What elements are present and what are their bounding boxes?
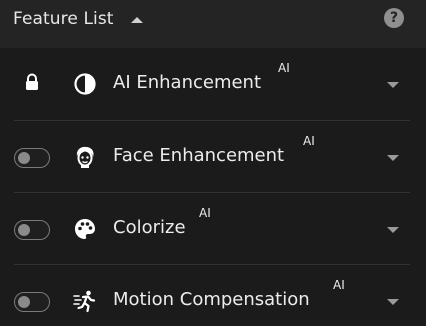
running-figure-icon xyxy=(73,290,96,313)
ai-badge: AI xyxy=(303,134,315,148)
contrast-icon xyxy=(74,73,96,95)
feature-list-panel: Feature List ? AI Enhancement AI Face En… xyxy=(0,0,426,326)
face-icon xyxy=(76,146,94,168)
feature-label: AI Enhancement xyxy=(113,72,262,93)
feature-label: Motion Compensation xyxy=(113,289,310,310)
feature-row-colorize: Colorize AI xyxy=(0,193,426,265)
toggle-knob xyxy=(18,296,30,308)
ai-badge: AI xyxy=(278,61,290,75)
colorize-toggle[interactable] xyxy=(14,220,50,240)
feature-list-header[interactable]: Feature List ? xyxy=(0,0,426,48)
help-icon[interactable]: ? xyxy=(384,8,404,28)
feature-row-motion-compensation: Motion Compensation AI xyxy=(0,265,426,326)
palette-icon xyxy=(75,219,95,239)
feature-label: Face Enhancement xyxy=(113,145,285,166)
feature-row-ai-enhancement: AI Enhancement AI xyxy=(0,48,426,120)
feature-label: Colorize xyxy=(113,217,186,238)
ai-badge: AI xyxy=(333,278,345,292)
lock-icon xyxy=(26,73,38,90)
chevron-down-icon[interactable] xyxy=(387,81,399,89)
toggle-knob xyxy=(18,224,30,236)
header-title: Feature List xyxy=(13,9,114,29)
motion-compensation-toggle[interactable] xyxy=(14,292,50,312)
chevron-down-icon[interactable] xyxy=(387,298,399,306)
feature-row-face-enhancement: Face Enhancement AI xyxy=(0,121,426,193)
toggle-knob xyxy=(18,152,30,164)
chevron-down-icon[interactable] xyxy=(387,154,399,162)
ai-badge: AI xyxy=(199,206,211,220)
caret-up-icon[interactable] xyxy=(130,16,144,24)
chevron-down-icon[interactable] xyxy=(387,226,399,234)
face-enhancement-toggle[interactable] xyxy=(14,148,50,168)
